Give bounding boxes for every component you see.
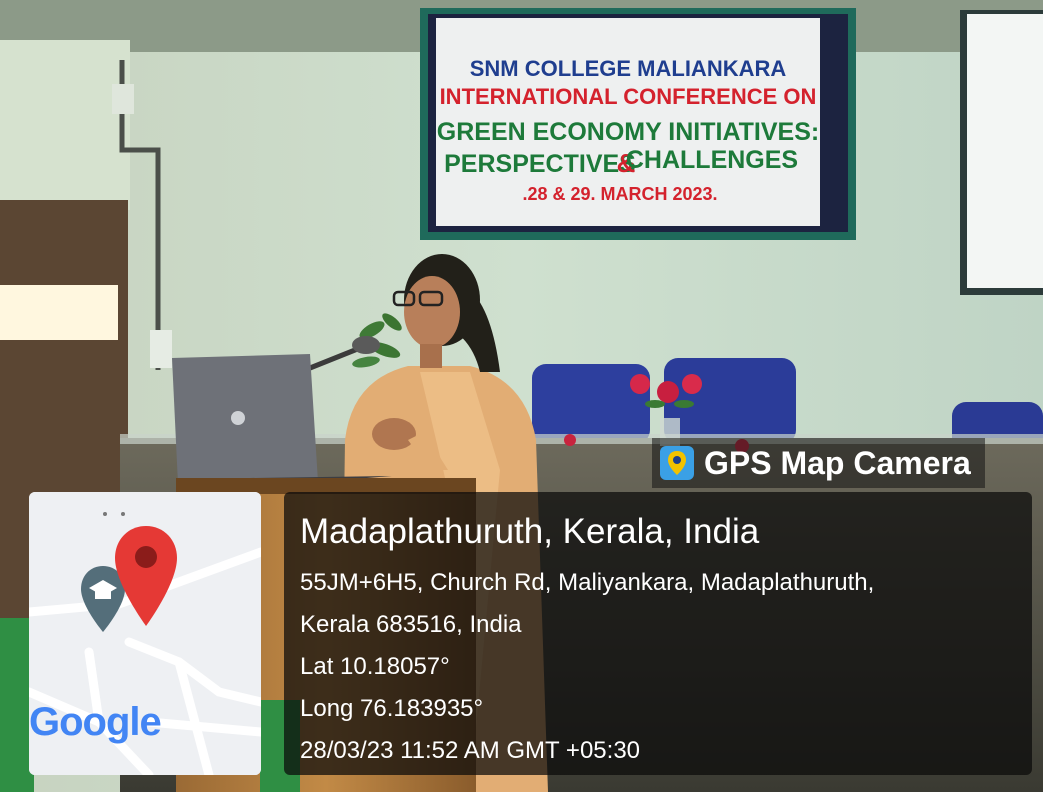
- banner-line-4b: CHALLENGES: [626, 146, 798, 174]
- banner-line-2: INTERNATIONAL CONFERENCE ON: [440, 84, 817, 109]
- google-logo-text: Google: [29, 700, 162, 744]
- address-line-1: 55JM+6H5, Church Rd, Maliyankara, Madapl…: [300, 569, 875, 596]
- timestamp: 28/03/23 11:52 AM GMT +05:30: [300, 737, 641, 764]
- google-logo: Google: [29, 700, 162, 745]
- banner-line-4a: PERSPECTIVES: [444, 150, 636, 178]
- wall-box: [112, 84, 134, 114]
- switch-box: [150, 330, 172, 368]
- banner-line-1: SNM COLLEGE MALIANKARA: [470, 56, 787, 81]
- app-name: GPS Map Camera: [704, 444, 971, 481]
- banner-line-5: .28 & 29. MARCH 2023.: [522, 184, 717, 204]
- location-pin-icon: [115, 526, 177, 626]
- pillar: [0, 40, 130, 210]
- door-window: [0, 285, 118, 340]
- gps-map-camera-badge: GPS Map Camera: [652, 438, 985, 488]
- map-pin-icon: [660, 446, 694, 480]
- longitude: Long 76.183935°: [300, 695, 484, 722]
- address-line-2: Kerala 683516, India: [300, 611, 522, 638]
- place-name: Madaplathuruth, Kerala, India: [300, 512, 760, 551]
- banner-line-3: GREEN ECONOMY INITIATIVES:: [437, 118, 819, 146]
- map-thumbnail[interactable]: Google: [29, 492, 261, 775]
- location-info-panel: Madaplathuruth, Kerala, India 55JM+6H5, …: [284, 492, 1032, 775]
- latitude: Lat 10.18057°: [300, 653, 450, 680]
